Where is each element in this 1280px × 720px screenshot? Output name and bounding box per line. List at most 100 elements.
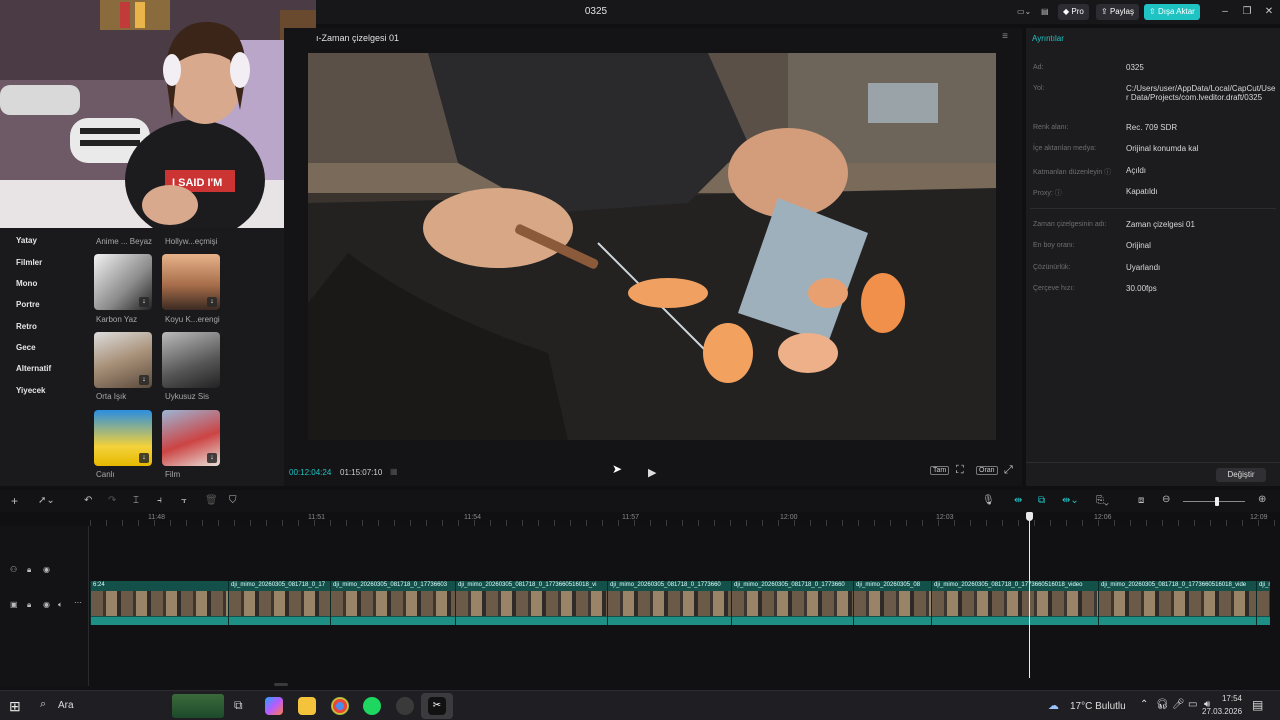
delete-icon[interactable]: 🗑 [205,495,218,506]
shortcut-icon[interactable]: ▤ [1036,4,1054,20]
download-icon[interactable]: ↓ [207,297,217,307]
zoom-in-icon[interactable]: ⊕ [1258,494,1266,505]
network-icon[interactable]: ▭ [1188,699,1197,710]
category-filmler[interactable]: Filmler [16,258,42,267]
weather-text[interactable]: 17°C Bulutlu [1070,701,1126,712]
magnet-icon[interactable]: ⧉ [1038,495,1045,506]
download-icon[interactable]: ↓ [139,297,149,307]
category-alternatif[interactable]: Alternatif [16,364,51,373]
video-preview[interactable] [308,53,996,440]
lock-icon[interactable]: 🔒︎ [27,565,31,575]
category-gece[interactable]: Gece [16,343,36,352]
export-button[interactable]: ⇧ Dışa Aktar [1144,4,1200,20]
horizontal-scrollbar[interactable] [274,683,288,686]
clock-date[interactable]: 27.03.2026 [1202,707,1242,716]
zoom-out-icon[interactable]: ⊖ [1162,494,1170,505]
select-tool-icon[interactable]: ➚⌄ [38,495,55,506]
search-icon[interactable]: ⌕ [40,698,46,711]
zoom-slider-handle[interactable] [1215,497,1219,506]
video-clip[interactable]: 6:24 [90,581,228,625]
preview-axis-icon[interactable]: ⎘⌄ [1096,495,1109,506]
ruler-label: 12:03 [936,514,954,521]
playhead[interactable] [1026,512,1033,678]
filter-thumb-canli[interactable]: ↓ [94,410,152,466]
chevron-up-icon[interactable]: ⌃ [1140,699,1148,710]
full-quality-button[interactable]: Tam [930,466,950,475]
more-icon[interactable]: ⋯ [74,598,82,607]
copilot-icon[interactable] [265,697,283,715]
category-yatay[interactable]: Yatay [16,236,37,245]
category-retro[interactable]: Retro [16,322,37,331]
main-track[interactable]: 6:24 dji_mimo_20260305_081718_0_17 dji_m… [90,581,1270,629]
trim-right-icon[interactable]: ⫟ [181,495,187,506]
maximize-icon[interactable]: ❐ [1237,4,1257,20]
filter-thumb-uykusuz[interactable] [162,332,220,388]
category-portre[interactable]: Portre [16,300,40,309]
share-button[interactable]: ⇪ Paylaş [1096,4,1139,20]
video-clip[interactable]: dji_mimo_20260305_081718_0_17736603 [330,581,455,625]
obs-icon[interactable] [396,697,414,715]
windows-start-icon[interactable]: ⊞ [9,698,21,715]
mic-icon[interactable]: 🎤︎ [1172,699,1185,710]
fullscreen-icon[interactable]: ⤢ [1004,464,1013,477]
filter-thumb-film[interactable]: ↓ [162,410,220,466]
taskbar-search[interactable]: Ara [58,700,74,711]
category-mono[interactable]: Mono [16,279,37,288]
snap-icon[interactable]: ⇹⌄ [1062,495,1079,506]
download-icon[interactable]: ↓ [207,453,217,463]
minimize-icon[interactable]: – [1215,4,1235,20]
clock-time[interactable]: 17:54 [1212,694,1242,703]
timeline-grid-icon[interactable]: ▦ [390,467,398,476]
video-clip[interactable]: dji_mimo_20260305_081718_0_17 [228,581,330,625]
play-icon[interactable]: ▶ [648,466,656,479]
capcut-taskbar-button[interactable]: ✂ [421,693,453,719]
download-icon[interactable]: ↓ [139,453,149,463]
shield-icon[interactable]: ⛉ [229,495,237,506]
playhead-handle[interactable] [1026,512,1033,521]
microphone-icon[interactable]: 🎙 [982,495,995,506]
volume-icon[interactable]: 🔈︎ [58,600,63,610]
notifications-icon[interactable]: ▤ [1252,698,1263,712]
detail-value: Zaman çizelgesi 01 [1126,220,1195,229]
zoom-slider[interactable] [1183,497,1245,506]
change-button[interactable]: Değiştir [1216,468,1266,482]
clip-frames [331,591,455,616]
redo-icon[interactable]: ↷ [108,495,116,506]
add-icon[interactable]: + [11,494,18,508]
trim-left-icon[interactable]: ⫞ [157,495,162,506]
video-clip[interactable]: dji_mimo_20260305_081718_0_1773660516018… [455,581,607,625]
menu-icon[interactable]: ≡ [1002,31,1008,42]
video-clip[interactable]: dji_mimo_20260305_081718_0_1773660 [607,581,731,625]
close-icon[interactable]: ✕ [1259,4,1279,20]
headset-icon[interactable]: 🎧︎ [1156,699,1169,710]
layout-icon[interactable]: ▭⌄ [1012,4,1036,20]
link-main-track-icon[interactable]: ⇹ [1014,495,1022,506]
video-clip[interactable]: dji_mimo_20260305_081718_0_1773660516018… [1098,581,1256,625]
search-highlight-image[interactable] [172,694,224,718]
task-view-icon[interactable]: ⧉ [234,698,243,713]
split-icon[interactable]: ⌶ [133,495,139,506]
video-clip[interactable]: dji_mimo_20260305_08 [853,581,931,625]
file-explorer-icon[interactable] [298,697,316,715]
filter-thumb-karbon[interactable]: ↓ [94,254,152,310]
details-tab[interactable]: Ayrıntılar [1032,34,1064,43]
zoom-fit-icon[interactable]: ⛶ [956,464,964,477]
ratio-button[interactable]: Oran [976,466,998,475]
filter-thumb-orta[interactable]: ↓ [94,332,152,388]
category-yiyecek[interactable]: Yiyecek [16,386,46,395]
filter-label: Karbon Yaz [96,315,138,324]
caption-icon[interactable]: ⧈ [1138,495,1144,506]
pro-button[interactable]: ◆ Pro [1058,4,1089,20]
undo-icon[interactable]: ↶ [84,495,92,506]
filter-thumb-koyu[interactable]: ↓ [162,254,220,310]
download-icon[interactable]: ↓ [139,375,149,385]
video-clip[interactable]: dji_mimo_20260305_081718_0_1773660 [731,581,853,625]
eye-icon[interactable]: ◉ [43,600,50,609]
video-clip[interactable]: dji_mi [1256,581,1270,625]
spotify-icon[interactable] [363,697,381,715]
timeline-ruler[interactable]: 11:48 11:51 11:54 11:57 12:00 12:03 12:0… [90,512,1280,526]
lock-icon[interactable]: 🔒︎ [27,600,31,610]
chrome-icon[interactable] [331,697,349,715]
video-clip[interactable]: dji_mimo_20260305_081718_0_1773660516018… [931,581,1098,625]
eye-icon[interactable]: ◉ [43,565,50,574]
